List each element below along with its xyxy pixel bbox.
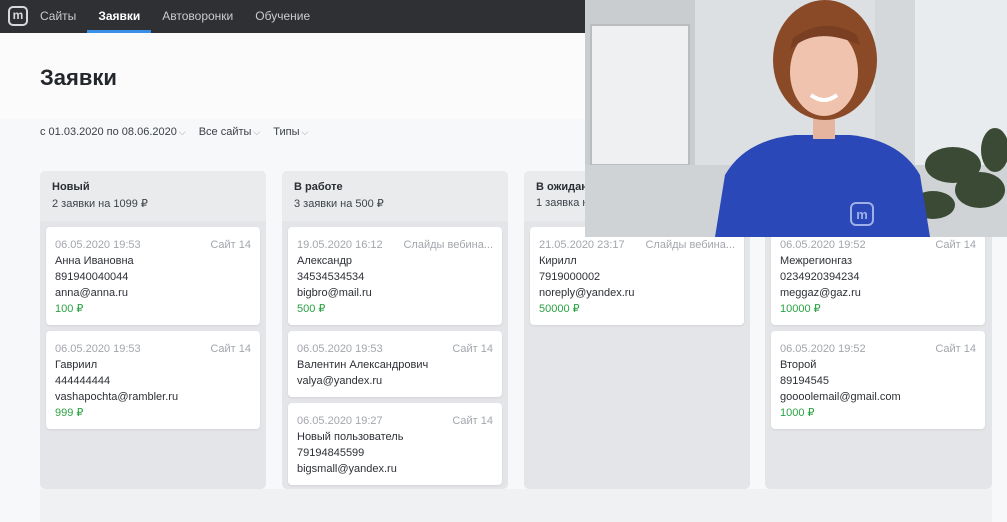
card-name: Межрегионгаз xyxy=(780,255,853,267)
card-name: Кирилл xyxy=(539,255,577,267)
card-price: 50000 ₽ xyxy=(539,303,580,315)
kanban-column-in-progress: В работе 3 заявки на 500 ₽ 19.05.2020 16… xyxy=(282,171,508,489)
nav-item-requests[interactable]: Заявки xyxy=(87,0,152,33)
card-name: Валентин Александрович xyxy=(297,359,429,371)
date-range-filter[interactable]: с 01.03.2020 по 08.06.2020 ⌵ xyxy=(40,126,186,138)
card-email: noreply@yandex.ru xyxy=(539,287,635,299)
request-card[interactable]: 06.05.2020 19:53 Сайт 14 Анна Ивановна 89… xyxy=(46,227,260,325)
request-card[interactable]: 06.05.2020 19:53 Сайт 14 Гавриил 44444444… xyxy=(46,331,260,429)
card-phone: 891940040044 xyxy=(55,271,129,283)
card-site: Сайт 14 xyxy=(935,239,976,251)
card-phone: 79194845599 xyxy=(297,447,365,459)
shirt-logo-icon: m xyxy=(856,207,868,222)
card-email: goooolemail@gmail.com xyxy=(780,391,901,403)
types-filter[interactable]: Типы ⌵ xyxy=(273,126,308,138)
card-phone: 89194545 xyxy=(780,375,829,387)
card-email: vashapochta@rambler.ru xyxy=(55,391,179,403)
card-date: 06.05.2020 19:53 xyxy=(55,239,141,251)
date-range-label: с 01.03.2020 по 08.06.2020 xyxy=(40,126,177,138)
card-site: Сайт 14 xyxy=(935,343,976,355)
card-name: Второй xyxy=(780,359,817,371)
card-date: 21.05.2020 23:17 xyxy=(539,239,625,251)
nav-item-sites[interactable]: Сайты xyxy=(40,0,76,33)
kanban-column-new: Новый 2 заявки на 1099 ₽ 06.05.2020 19:5… xyxy=(40,171,266,489)
webcam-video-overlay: m xyxy=(585,0,1007,237)
request-card[interactable]: 06.05.2020 19:52 Сайт 14 Межрегионгаз 023… xyxy=(771,227,985,325)
request-card[interactable]: 06.05.2020 19:27 Сайт 14 Новый пользовате… xyxy=(288,403,502,485)
column-summary: 3 заявки на 500 ₽ xyxy=(294,198,384,210)
column-summary: 2 заявки на 1099 ₽ xyxy=(52,198,148,210)
card-date: 06.05.2020 19:52 xyxy=(780,343,866,355)
card-email: valya@yandex.ru xyxy=(297,375,383,387)
page-title: Заявки xyxy=(40,65,117,90)
card-site: Сайт 14 xyxy=(452,343,493,355)
chevron-down-icon: ⌵ xyxy=(178,127,186,137)
card-date: 06.05.2020 19:53 xyxy=(297,343,383,355)
types-filter-label: Типы xyxy=(273,126,300,138)
presenter-video-frame: m xyxy=(585,0,1007,237)
card-site: Сайт 14 xyxy=(210,343,251,355)
card-phone: 7919000002 xyxy=(539,271,601,283)
card-email: meggaz@gaz.ru xyxy=(780,287,861,299)
card-phone: 0234920394234 xyxy=(780,271,860,283)
nav-item-funnels[interactable]: Автоворонки xyxy=(162,0,233,33)
request-card[interactable]: 06.05.2020 19:52 Сайт 14 Второй 89194545 … xyxy=(771,331,985,429)
card-site: Слайды вебина... xyxy=(645,239,735,251)
card-date: 19.05.2020 16:12 xyxy=(297,239,383,251)
column-title: В работе xyxy=(294,181,343,193)
card-price: 500 ₽ xyxy=(297,303,326,315)
card-site: Сайт 14 xyxy=(452,415,493,427)
card-email: anna@anna.ru xyxy=(55,287,128,299)
card-date: 06.05.2020 19:27 xyxy=(297,415,383,427)
card-site: Слайды вебина... xyxy=(403,239,493,251)
card-phone: 34534534534 xyxy=(297,271,365,283)
card-email: bigbro@mail.ru xyxy=(297,287,372,299)
sites-filter[interactable]: Все сайты ⌵ xyxy=(199,126,261,138)
card-site: Сайт 14 xyxy=(210,239,251,251)
card-price: 999 ₽ xyxy=(55,407,84,419)
card-price: 100 ₽ xyxy=(55,303,84,315)
card-email: bigsmall@yandex.ru xyxy=(297,463,397,475)
card-price: 10000 ₽ xyxy=(780,303,821,315)
request-card[interactable]: 06.05.2020 19:53 Сайт 14 Валентин Алексан… xyxy=(288,331,502,397)
chevron-down-icon: ⌵ xyxy=(253,127,261,137)
sites-filter-label: Все сайты xyxy=(198,126,252,138)
nav-item-learning[interactable]: Обучение xyxy=(255,0,310,33)
request-card[interactable]: 21.05.2020 23:17 Слайды вебина... Кирилл … xyxy=(530,227,744,325)
card-name: Александр xyxy=(297,255,353,267)
chevron-down-icon: ⌵ xyxy=(301,127,309,137)
card-name: Гавриил xyxy=(55,359,98,371)
card-name: Анна Ивановна xyxy=(55,255,134,267)
column-header: Новый 2 заявки на 1099 ₽ xyxy=(40,171,266,221)
card-name: Новый пользователь xyxy=(297,431,404,443)
board-bottom-area xyxy=(40,489,992,522)
card-price: 1000 ₽ xyxy=(780,407,815,419)
filters-bar: с 01.03.2020 по 08.06.2020 ⌵ Все сайты ⌵ Т… xyxy=(40,126,308,138)
card-date: 06.05.2020 19:53 xyxy=(55,343,141,355)
column-header: В работе 3 заявки на 500 ₽ xyxy=(282,171,508,221)
card-date: 06.05.2020 19:52 xyxy=(780,239,866,251)
card-phone: 444444444 xyxy=(55,375,111,387)
logo-icon[interactable]: m xyxy=(8,6,28,26)
request-card[interactable]: 19.05.2020 16:12 Слайды вебина... Алексан… xyxy=(288,227,502,325)
column-title: Новый xyxy=(52,181,90,193)
